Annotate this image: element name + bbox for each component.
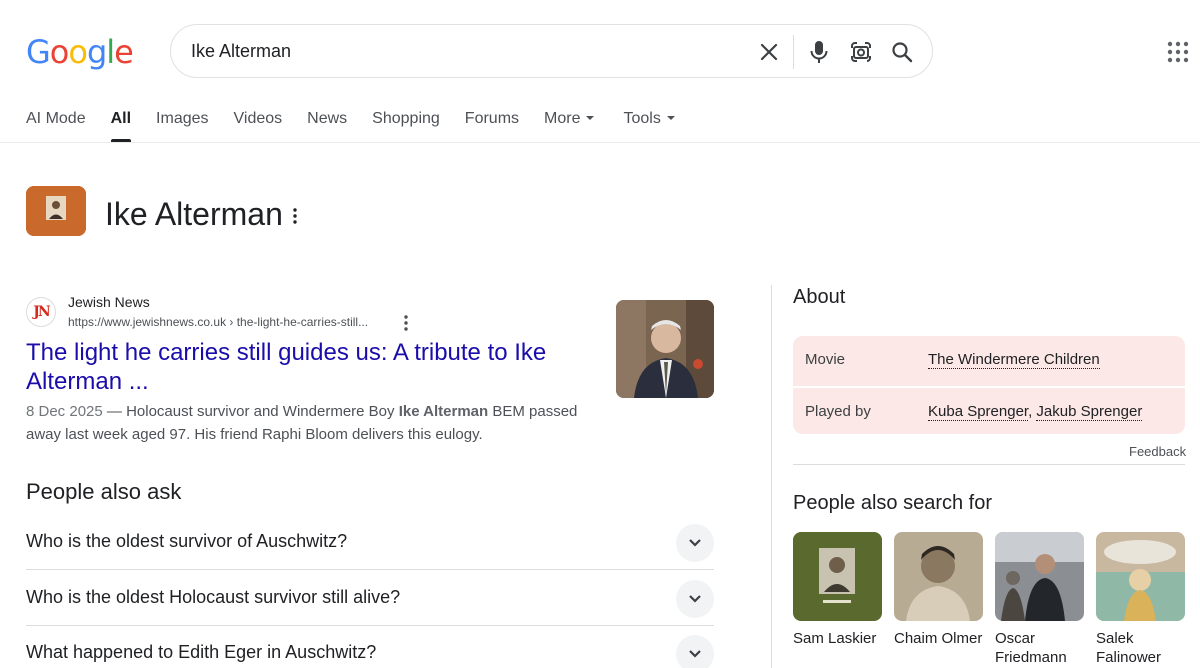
- snippet-date: 8 Dec 2025: [26, 403, 103, 420]
- search-tabs: AI Mode All Images Videos News Shopping …: [26, 110, 700, 142]
- tab-all[interactable]: All: [110, 110, 132, 142]
- result-title-link[interactable]: The light he carries still guides us: A …: [26, 338, 586, 396]
- paa-question[interactable]: What happened to Edith Eger in Auschwitz…: [26, 626, 714, 668]
- about-movie-value: The Windermere Children: [928, 351, 1100, 369]
- google-logo[interactable]: Google: [26, 33, 134, 71]
- microphone-icon[interactable]: [805, 38, 833, 66]
- chevron-down-icon[interactable]: [676, 524, 714, 562]
- clear-icon[interactable]: [755, 38, 783, 66]
- tab-more[interactable]: More: [544, 110, 595, 142]
- chevron-down-icon[interactable]: [676, 635, 714, 668]
- related-person-name: Salek Falinower: [1096, 630, 1162, 666]
- tab-ai-mode[interactable]: AI Mode: [26, 110, 86, 142]
- result-site-name[interactable]: Jewish News: [68, 294, 150, 310]
- related-person-card[interactable]: Sam Laskier: [793, 532, 883, 648]
- result-url[interactable]: https://www.jewishnews.co.uk › the-light…: [68, 315, 368, 329]
- about-movie-label: Movie: [805, 351, 846, 368]
- about-title: About: [793, 286, 846, 308]
- logo-letter: g: [86, 33, 107, 71]
- related-person-image: [995, 532, 1084, 621]
- related-person-card[interactable]: Salek Falinower: [1096, 532, 1186, 667]
- result-options-icon[interactable]: [398, 314, 414, 332]
- result-snippet: 8 Dec 2025 — Holocaust survivor and Wind…: [26, 400, 586, 446]
- caret-down-icon: [586, 116, 595, 120]
- logo-letter: o: [49, 33, 70, 71]
- about-card: Movie The Windermere Children Played by …: [793, 336, 1185, 434]
- logo-letter: l: [106, 33, 115, 71]
- tab-images[interactable]: Images: [156, 110, 208, 142]
- search-box: [170, 24, 933, 78]
- related-person-name: Oscar Friedmann: [995, 630, 1067, 666]
- chevron-down-icon[interactable]: [676, 580, 714, 618]
- tab-shopping[interactable]: Shopping: [372, 110, 440, 142]
- search-input[interactable]: [191, 38, 731, 64]
- related-person-image: [1096, 532, 1185, 621]
- search-icon[interactable]: [888, 38, 916, 66]
- snippet-text: — Holocaust survivor and Windermere Boy: [102, 403, 399, 420]
- caret-down-icon: [666, 116, 675, 120]
- snippet-highlight: Ike Alterman: [398, 403, 489, 420]
- panel-divider: [771, 285, 772, 668]
- related-person-image: [793, 532, 882, 621]
- actor-link[interactable]: Jakub Sprenger: [1036, 403, 1143, 421]
- tab-videos[interactable]: Videos: [234, 110, 283, 142]
- logo-letter: G: [26, 33, 51, 71]
- logo-letter: o: [68, 33, 88, 71]
- logo-letter: e: [114, 33, 134, 71]
- paa-question-text: Who is the oldest survivor of Auschwitz?: [26, 531, 348, 551]
- related-person-name: Chaim Olmer: [894, 630, 983, 647]
- entity-title: Ike Alterman: [105, 196, 283, 232]
- search-divider: [793, 35, 794, 69]
- actor-link[interactable]: Kuba Sprenger: [928, 403, 1029, 421]
- site-favicon[interactable]: JN: [26, 297, 56, 327]
- about-played-by-value: Kuba Sprenger, Jakub Sprenger: [928, 403, 1143, 421]
- paa-question-text: What happened to Edith Eger in Auschwitz…: [26, 642, 377, 662]
- about-row-movie: Movie The Windermere Children: [793, 336, 1185, 384]
- paa-question[interactable]: Who is the oldest Holocaust survivor sti…: [26, 571, 714, 626]
- panel-rule: [793, 464, 1185, 465]
- tab-forums[interactable]: Forums: [465, 110, 519, 142]
- paa-question-text: Who is the oldest Holocaust survivor sti…: [26, 587, 401, 607]
- people-also-search-title: People also search for: [793, 492, 993, 514]
- tab-tools[interactable]: Tools: [623, 110, 675, 142]
- paa-question[interactable]: Who is the oldest survivor of Auschwitz?: [26, 515, 714, 570]
- people-also-ask-title: People also ask: [26, 479, 182, 504]
- related-person-image: [894, 532, 983, 621]
- about-played-by-label: Played by: [805, 403, 871, 420]
- related-person-card[interactable]: Oscar Friedmann: [995, 532, 1085, 667]
- more-options-icon[interactable]: [287, 207, 303, 225]
- apps-grid-icon[interactable]: [1166, 40, 1190, 64]
- feedback-link[interactable]: Feedback: [1129, 444, 1186, 459]
- entity-thumbnail[interactable]: [26, 186, 86, 236]
- about-row-played-by: Played by Kuba Sprenger, Jakub Sprenger: [793, 386, 1185, 434]
- result-thumbnail[interactable]: [616, 300, 714, 398]
- tab-news[interactable]: News: [307, 110, 347, 142]
- movie-link[interactable]: The Windermere Children: [928, 351, 1100, 369]
- lens-camera-icon[interactable]: [847, 38, 875, 66]
- related-person-card[interactable]: Chaim Olmer: [894, 532, 984, 648]
- tabs-divider: [0, 142, 1200, 143]
- related-person-name: Sam Laskier: [793, 630, 877, 647]
